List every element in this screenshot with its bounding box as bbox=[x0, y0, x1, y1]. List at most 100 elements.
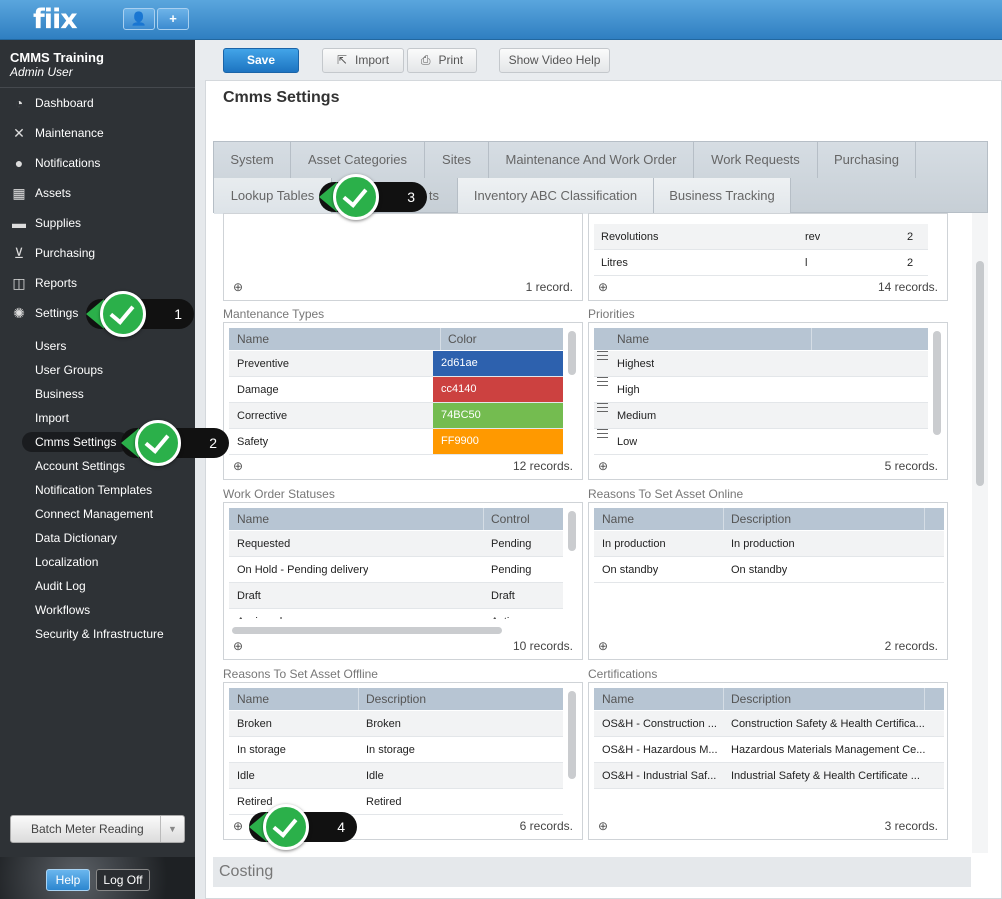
help-button[interactable]: Help bbox=[46, 869, 90, 891]
table-row[interactable]: In storage In storage bbox=[229, 737, 563, 763]
add-record-icon[interactable]: ⊕ bbox=[598, 639, 612, 653]
drag-handle-icon[interactable] bbox=[597, 403, 608, 412]
nav-supplies[interactable]: ▬ Supplies bbox=[0, 208, 195, 238]
table-row[interactable]: Low bbox=[594, 429, 928, 455]
table-row[interactable]: Highest bbox=[594, 351, 928, 377]
add-record-icon[interactable]: ⊕ bbox=[233, 819, 247, 833]
sub-audit-log[interactable]: Audit Log bbox=[35, 576, 86, 596]
tab-work-requests[interactable]: Work Requests bbox=[694, 142, 818, 178]
nav-dashboard[interactable]: ◔ Dashboard bbox=[0, 88, 195, 118]
batch-meter-reading-button[interactable]: Batch Meter Reading ▼ bbox=[10, 815, 185, 843]
table-row[interactable]: Preventive 2d61ae bbox=[229, 351, 563, 377]
col-header[interactable]: Name bbox=[237, 328, 269, 350]
maintenance-types-table: Name Color Preventive 2d61ae Damage cc4140… bbox=[223, 322, 583, 480]
table-row[interactable]: Litres l 2 bbox=[594, 250, 928, 276]
tab-asset-categories[interactable]: Asset Categories bbox=[291, 142, 425, 178]
table-header: Name bbox=[594, 328, 928, 350]
table-row[interactable]: OS&H - Hazardous M... Hazardous Materials… bbox=[594, 737, 944, 763]
print-button[interactable]: ⎙ Print bbox=[407, 48, 477, 73]
tab-lookup-tables[interactable]: Lookup Tables bbox=[214, 178, 332, 214]
costing-section-header[interactable]: Costing bbox=[213, 857, 971, 887]
col-header[interactable]: Color bbox=[440, 328, 477, 350]
col-header[interactable]: Description bbox=[723, 688, 925, 710]
col-header[interactable]: Name bbox=[602, 688, 634, 710]
color-swatch: 2d61ae bbox=[433, 351, 563, 376]
add-record-icon[interactable]: ⊕ bbox=[233, 459, 247, 473]
nav-notifications[interactable]: ● Notifications bbox=[0, 148, 195, 178]
save-button[interactable]: Save bbox=[223, 48, 299, 73]
table-row[interactable]: Idle Idle bbox=[229, 763, 563, 789]
add-record-icon[interactable]: ⊕ bbox=[598, 280, 612, 294]
table-row[interactable]: Safety FF9900 bbox=[229, 429, 563, 455]
table-row[interactable]: Broken Broken bbox=[229, 711, 563, 737]
col-header[interactable]: Name bbox=[237, 688, 269, 710]
table-row[interactable]: Medium bbox=[594, 403, 928, 429]
step-number: 3 bbox=[407, 189, 415, 205]
table-row[interactable]: On standby On standby bbox=[594, 557, 944, 583]
scrollbar-thumb[interactable] bbox=[976, 261, 984, 486]
sub-notification-templates[interactable]: Notification Templates bbox=[35, 480, 152, 500]
add-record-icon[interactable]: ⊕ bbox=[233, 280, 247, 294]
col-header[interactable]: Name bbox=[617, 328, 812, 350]
col-header[interactable]: Name bbox=[602, 508, 634, 530]
horizontal-scrollbar[interactable] bbox=[232, 627, 502, 634]
drag-handle-icon[interactable] bbox=[597, 351, 608, 360]
sub-business[interactable]: Business bbox=[35, 384, 84, 404]
col-header[interactable]: Description bbox=[723, 508, 925, 530]
table-row[interactable]: Requested Pending bbox=[229, 531, 563, 557]
nav-reports[interactable]: ◫ Reports bbox=[0, 268, 195, 298]
log-off-button[interactable]: Log Off bbox=[96, 869, 150, 891]
sub-cmms-settings[interactable]: Cmms Settings bbox=[22, 432, 130, 452]
sub-import[interactable]: Import bbox=[35, 408, 69, 428]
sub-data-dictionary[interactable]: Data Dictionary bbox=[35, 528, 117, 548]
table-scrollbar[interactable] bbox=[568, 511, 576, 551]
table-row[interactable]: OS&H - Construction ... Construction Safe… bbox=[594, 711, 944, 737]
col-header[interactable]: Name bbox=[237, 508, 269, 530]
add-icon[interactable]: + bbox=[157, 8, 189, 30]
sub-localization[interactable]: Localization bbox=[35, 552, 98, 572]
table-row[interactable]: Damage cc4140 bbox=[229, 377, 563, 403]
table-scrollbar[interactable] bbox=[568, 691, 576, 779]
sub-account-settings[interactable]: Account Settings bbox=[35, 456, 125, 476]
batch-label: Batch Meter Reading bbox=[31, 822, 144, 836]
panel-scrollbar[interactable] bbox=[972, 213, 988, 853]
drag-handle-icon[interactable] bbox=[597, 429, 608, 438]
table-row[interactable]: On Hold - Pending delivery Pending bbox=[229, 557, 563, 583]
nav-assets[interactable]: ▦ Assets bbox=[0, 178, 195, 208]
record-count: 2 records. bbox=[884, 639, 938, 653]
col-header[interactable]: Description bbox=[358, 688, 426, 710]
tab-maintenance-work-order[interactable]: Maintenance And Work Order bbox=[489, 142, 694, 178]
show-video-help-button[interactable]: Show Video Help bbox=[499, 48, 610, 73]
col-header[interactable]: Control bbox=[483, 508, 530, 530]
table-row[interactable]: Draft Draft bbox=[229, 583, 563, 609]
tab-business-tracking[interactable]: Business Tracking bbox=[654, 178, 791, 214]
import-button[interactable]: ⇱ Import bbox=[322, 48, 404, 73]
sub-users[interactable]: Users bbox=[35, 336, 66, 356]
table-row[interactable]: OS&H - Industrial Saf... Industrial Safet… bbox=[594, 763, 944, 789]
tab-sites[interactable]: Sites bbox=[425, 142, 489, 178]
add-record-icon[interactable]: ⊕ bbox=[598, 459, 612, 473]
gear-icon: ✺ bbox=[13, 305, 25, 321]
sub-security[interactable]: Security & Infrastructure bbox=[35, 624, 164, 644]
add-record-icon[interactable]: ⊕ bbox=[233, 639, 247, 653]
table-scrollbar[interactable] bbox=[933, 331, 941, 435]
drag-handle-icon[interactable] bbox=[597, 377, 608, 386]
sub-workflows[interactable]: Workflows bbox=[35, 600, 90, 620]
table-row[interactable]: Revolutions rev 2 bbox=[594, 224, 928, 250]
sub-user-groups[interactable]: User Groups bbox=[35, 360, 103, 380]
table-row[interactable]: In production In production bbox=[594, 531, 944, 557]
add-record-icon[interactable]: ⊕ bbox=[598, 819, 612, 833]
nav-maintenance[interactable]: ✕ Maintenance bbox=[0, 118, 195, 148]
chevron-down-icon[interactable]: ▼ bbox=[160, 816, 184, 842]
table-scrollbar[interactable] bbox=[568, 331, 576, 375]
table-row[interactable]: Assigned Active bbox=[229, 609, 563, 619]
table-row[interactable]: High bbox=[594, 377, 928, 403]
tab-inventory-abc[interactable]: Inventory ABC Classification bbox=[458, 178, 654, 214]
table-row[interactable]: Corrective 74BC50 bbox=[229, 403, 563, 429]
tab-purchasing[interactable]: Purchasing bbox=[818, 142, 916, 178]
import-label: Import bbox=[355, 53, 390, 67]
nav-purchasing[interactable]: ⊻ Purchasing bbox=[0, 238, 195, 268]
sub-connect-management[interactable]: Connect Management bbox=[35, 504, 153, 524]
user-icon[interactable]: 👤 bbox=[123, 8, 155, 30]
tab-system[interactable]: System bbox=[214, 142, 291, 178]
